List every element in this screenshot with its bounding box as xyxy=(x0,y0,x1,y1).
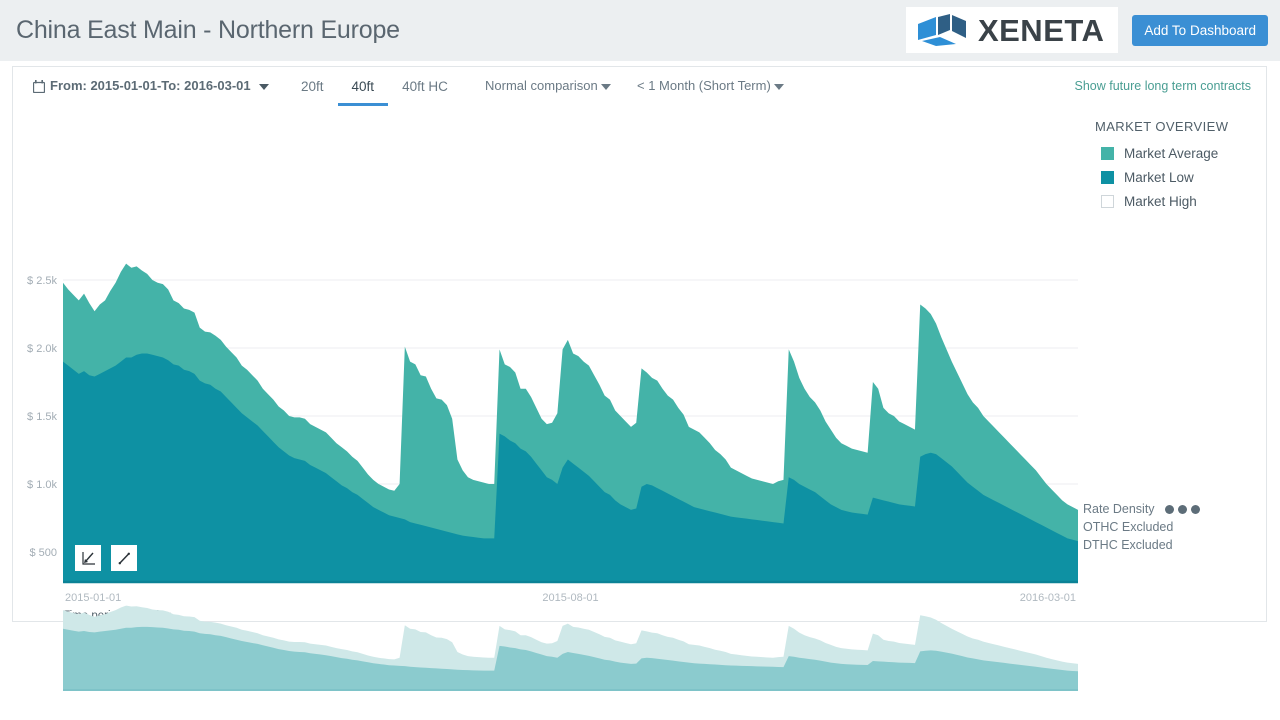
legend-label: Market High xyxy=(1124,194,1197,209)
show-future-contracts-link[interactable]: Show future long term contracts xyxy=(1075,79,1251,93)
term-dropdown[interactable]: < 1 Month (Short Term) xyxy=(637,78,784,93)
navigator-x-axis-labels: 2015-01-01 2015-08-01 2016-03-01 xyxy=(65,695,1076,696)
chart-toolbar: From: 2015-01-01-To: 2016-03-01 20ft 40f… xyxy=(13,67,1266,111)
app-header: China East Main - Northern Europe XENETA… xyxy=(0,0,1280,61)
page-title: China East Main - Northern Europe xyxy=(16,16,400,45)
comparison-dropdown-label: Normal comparison xyxy=(485,78,598,93)
rate-area-chart[interactable]: $ 500$ 1.0k$ 1.5k$ 2.0k$ 2.5k 2015-01-01… xyxy=(13,111,1083,623)
tab-40ft[interactable]: 40ft xyxy=(338,73,389,106)
legend-label: Market Low xyxy=(1124,170,1194,185)
chevron-down-icon xyxy=(774,84,784,90)
svg-text:$ 2.5k: $ 2.5k xyxy=(27,275,57,287)
header-actions: XENETA Add To Dashboard xyxy=(906,7,1268,53)
legend-label: Market Average xyxy=(1124,146,1218,161)
line-mode-button[interactable] xyxy=(111,545,137,571)
svg-text:$ 1.5k: $ 1.5k xyxy=(27,411,57,423)
svg-text:2016-03-01: 2016-03-01 xyxy=(1020,695,1076,696)
legend-item-market-low[interactable]: Market Low xyxy=(1101,170,1268,185)
market-overview-title: MARKET OVERVIEW xyxy=(1095,119,1268,134)
legend-item-market-average[interactable]: Market Average xyxy=(1101,146,1268,161)
svg-text:2015-01-01: 2015-01-01 xyxy=(65,695,121,696)
time-period-navigator[interactable]: 2015-01-01 2015-08-01 2016-03-01 xyxy=(13,581,1083,696)
svg-text:$ 500: $ 500 xyxy=(29,547,57,559)
zoom-reset-button[interactable] xyxy=(75,545,101,571)
xeneta-logo-text: XENETA xyxy=(978,15,1104,46)
line-chart-icon xyxy=(117,551,132,566)
comparison-dropdown[interactable]: Normal comparison xyxy=(485,78,611,93)
xeneta-logo: XENETA xyxy=(906,7,1118,53)
tab-20ft[interactable]: 20ft xyxy=(287,73,338,106)
xeneta-cube-logo-icon xyxy=(916,13,972,47)
date-range-selector[interactable]: From: 2015-01-01-To: 2016-03-01 xyxy=(33,78,269,93)
rate-chart-card: From: 2015-01-01-To: 2016-03-01 20ft 40f… xyxy=(12,66,1267,622)
legend-checkbox-empty-icon xyxy=(1101,195,1114,208)
chevron-down-icon xyxy=(259,84,269,90)
svg-text:$ 1.0k: $ 1.0k xyxy=(27,479,57,491)
xeneta-rate-analysis-page: China East Main - Northern Europe XENETA… xyxy=(0,0,1280,720)
legend-item-market-high[interactable]: Market High xyxy=(1101,194,1268,209)
tab-40ft-hc[interactable]: 40ft HC xyxy=(388,73,462,106)
rate-density-label: Rate Density xyxy=(1083,502,1155,516)
market-overview-panel: MARKET OVERVIEW Market Average Market Lo… xyxy=(1083,119,1268,218)
rate-density-row: Rate Density xyxy=(1083,502,1200,516)
rate-chart-area: $ 500$ 1.0k$ 1.5k$ 2.0k$ 2.5k 2015-01-01… xyxy=(13,111,1083,623)
chevron-down-icon xyxy=(601,84,611,90)
date-range-label: From: 2015-01-01-To: 2016-03-01 xyxy=(50,78,251,93)
legend-swatch-icon xyxy=(1101,147,1114,160)
chart-y-axis-labels: $ 500 $ 1.0k $ 1.5k $ 2.0k $ 2.5k xyxy=(27,275,57,559)
othc-row: OTHC Excluded xyxy=(1083,520,1200,534)
axis-arrow-icon xyxy=(81,551,96,566)
dthc-row: DTHC Excluded xyxy=(1083,538,1200,552)
legend-swatch-icon xyxy=(1101,171,1114,184)
calendar-icon xyxy=(33,80,45,93)
rate-info-block: Rate Density OTHC Excluded DTHC Excluded xyxy=(1083,502,1200,556)
add-to-dashboard-button[interactable]: Add To Dashboard xyxy=(1132,15,1268,46)
rate-density-dots-icon xyxy=(1165,505,1200,514)
svg-text:2015-08-01: 2015-08-01 xyxy=(542,695,598,696)
svg-text:$ 2.0k: $ 2.0k xyxy=(27,343,57,355)
container-size-tabs: 20ft 40ft 40ft HC xyxy=(287,73,462,106)
term-dropdown-label: < 1 Month (Short Term) xyxy=(637,78,771,93)
